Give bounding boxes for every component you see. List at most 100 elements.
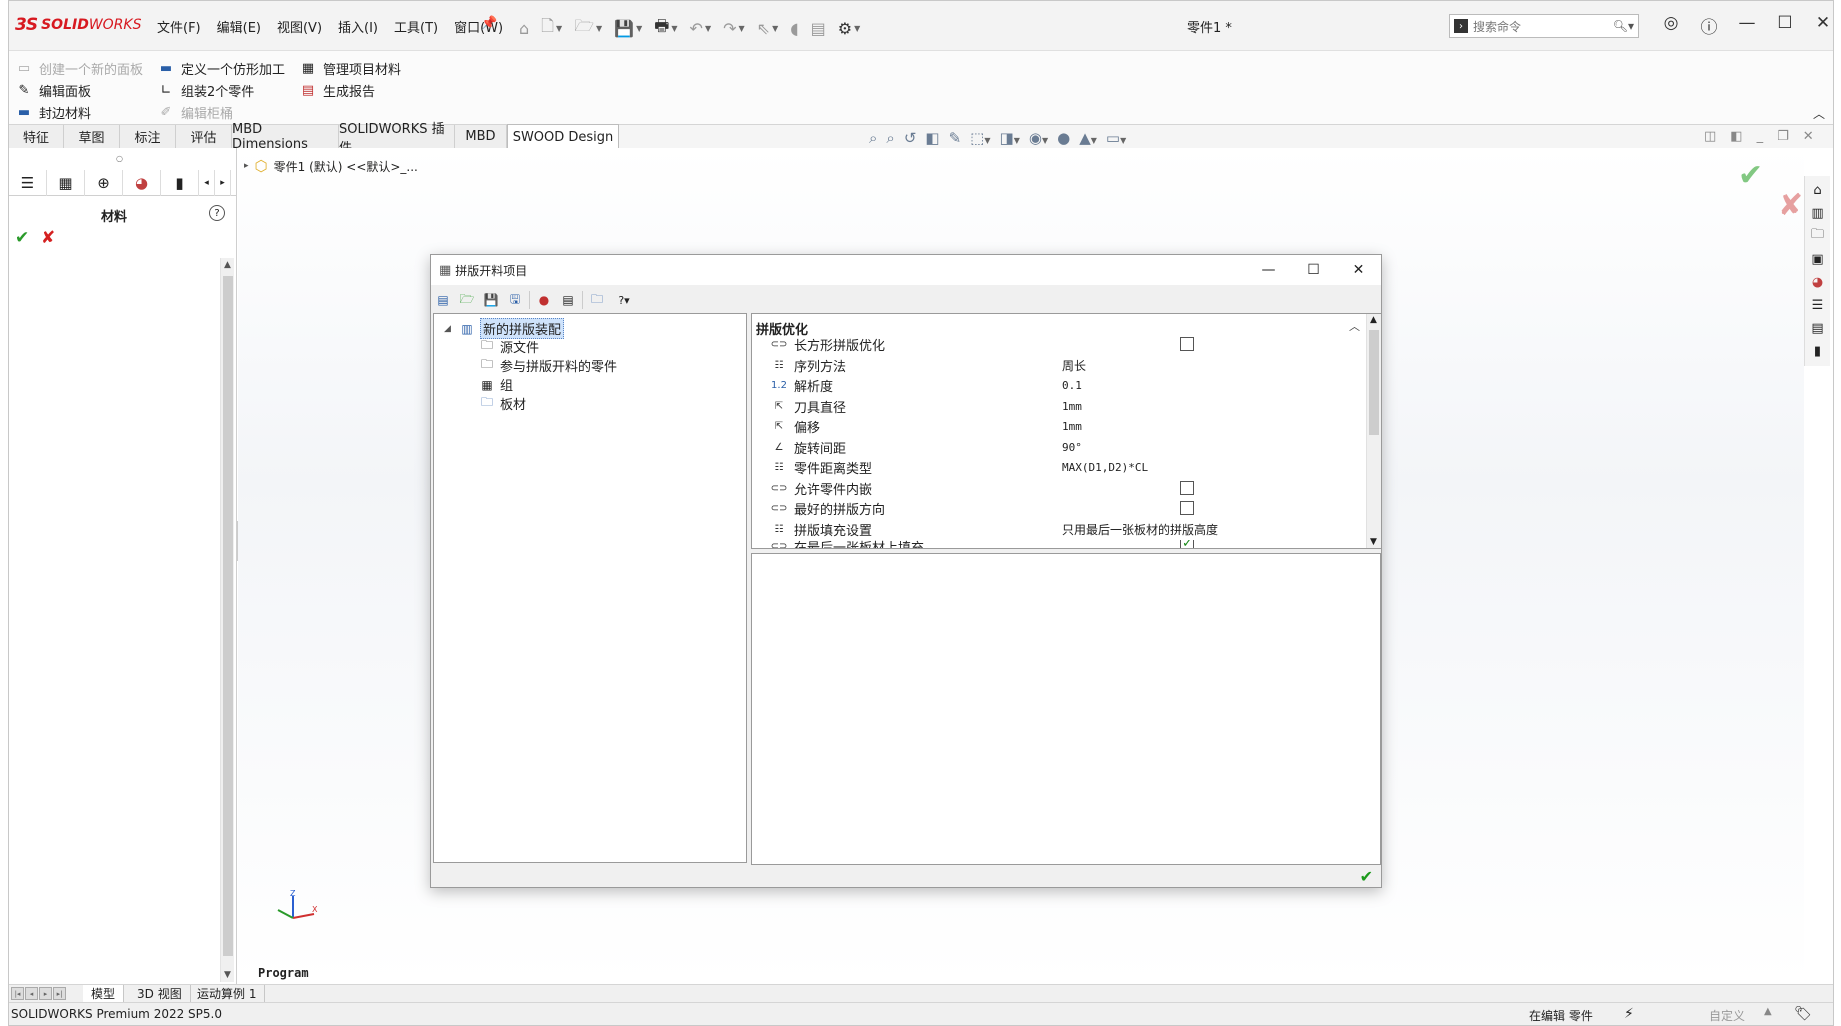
prev-tab-icon[interactable]: ◂ xyxy=(25,987,38,1000)
tab-evaluate[interactable]: 评估 xyxy=(176,125,232,148)
save-project-icon[interactable]: 💾 xyxy=(481,290,501,310)
apply-scene-icon[interactable]: ▲▼ xyxy=(1079,129,1097,147)
custom-properties-icon[interactable]: ☰ xyxy=(1808,295,1828,315)
menu-edit[interactable]: 编辑(E) xyxy=(209,17,269,36)
generate-report-button[interactable]: ▤ 生成报告 xyxy=(299,81,375,100)
dialog-close-button[interactable]: ✕ xyxy=(1336,255,1381,285)
solidworks-resources-icon[interactable]: ⌂ xyxy=(1808,180,1828,200)
home-icon[interactable]: ⌂ xyxy=(519,15,529,42)
tree-item-sheets[interactable]: 🗀 板材 xyxy=(478,394,526,413)
scroll-thumb[interactable] xyxy=(223,276,233,956)
edge-material-button[interactable]: ▬ 封边材料 xyxy=(15,103,91,122)
tree-item-source-files[interactable]: 🗀 源文件 xyxy=(478,337,539,356)
first-tab-icon[interactable]: |◂ xyxy=(11,987,24,1000)
menu-view[interactable]: 视图(V) xyxy=(269,17,330,36)
rebuild-icon[interactable]: ◖ xyxy=(790,15,798,42)
undo-icon[interactable]: ↶ ▼ xyxy=(690,15,712,42)
checkbox[interactable] xyxy=(1180,337,1194,351)
edit-appearance-icon[interactable]: ● xyxy=(1057,129,1070,147)
display-manager-icon[interactable]: ◕ xyxy=(123,170,161,196)
panel-scrollbar[interactable]: ▲ ▼ xyxy=(220,258,234,982)
tab-model[interactable]: 模型 xyxy=(83,985,125,1002)
zoom-area-icon[interactable]: ⌕ xyxy=(886,129,894,147)
tab-mbd[interactable]: MBD xyxy=(455,125,507,148)
rebuild-status-icon[interactable]: ⚡ xyxy=(1624,1006,1634,1022)
run-traffic-light-icon[interactable]: ● xyxy=(534,290,554,310)
new-project-icon[interactable]: ▤ xyxy=(433,290,453,310)
tree-item-new-nesting-assembly[interactable]: ▥ 新的拼版装配 xyxy=(458,318,565,339)
view-orientation-icon[interactable]: ⬚▼ xyxy=(970,129,990,147)
display-style-icon[interactable]: ◨▼ xyxy=(1000,129,1020,147)
dynamic-annotation-icon[interactable]: ✎ xyxy=(949,129,962,147)
swood-library-icon[interactable]: ▤ xyxy=(1808,318,1828,338)
help-icon[interactable]: ⓘ xyxy=(1697,13,1721,38)
view-palette-icon[interactable]: ▣ xyxy=(1808,249,1828,269)
checkbox[interactable] xyxy=(1180,481,1194,495)
collapse-arrow-icon[interactable]: ◢ xyxy=(444,324,451,334)
close-button[interactable]: ✕ xyxy=(1811,13,1833,38)
dialog-minimize-button[interactable]: — xyxy=(1246,255,1291,285)
scroll-thumb[interactable] xyxy=(1369,330,1379,435)
restore-pane-icon[interactable]: ◫ xyxy=(1704,129,1716,144)
maximize-button[interactable]: ☐ xyxy=(1773,13,1797,38)
save-icon[interactable]: 💾 ▼ xyxy=(614,15,642,42)
edit-panel-button[interactable]: ✎ 编辑面板 xyxy=(15,81,91,100)
zoom-to-fit-icon[interactable]: ⌕ xyxy=(869,129,877,147)
property-value[interactable]: 只用最后一张板材的拼版高度 xyxy=(1062,521,1218,538)
swood-tools-icon[interactable]: ▮ xyxy=(1808,341,1828,361)
cancel-x-icon[interactable]: ✘ xyxy=(41,228,55,248)
property-value[interactable]: 1mm xyxy=(1062,420,1082,433)
property-value[interactable]: 周长 xyxy=(1062,357,1086,374)
appearances-icon[interactable]: ◕ xyxy=(1808,272,1828,292)
units-menu-icon[interactable]: ▲ xyxy=(1764,1006,1772,1017)
scroll-down-icon[interactable]: ▼ xyxy=(224,970,231,980)
file-explorer-icon[interactable]: 🗀 xyxy=(1808,226,1828,246)
property-value[interactable]: 90° xyxy=(1062,441,1082,454)
tab-scroll-left-icon[interactable]: ◂ xyxy=(199,170,215,196)
pane-tile-icon[interactable]: ❐ xyxy=(1777,129,1789,144)
select-icon[interactable]: ⇖ ▼ xyxy=(757,15,779,42)
tags-icon[interactable]: 🏷 xyxy=(1794,1006,1812,1022)
split-pane-icon[interactable]: ◧ xyxy=(1730,129,1742,144)
menu-tools[interactable]: 工具(T) xyxy=(386,17,446,36)
feature-manager-icon[interactable]: ☰ xyxy=(9,170,47,196)
tree-item-nesting-parts[interactable]: 🗀 参与拼版开料的零件 xyxy=(478,356,617,375)
folder-icon[interactable]: 🗀 xyxy=(587,290,607,310)
checkbox[interactable] xyxy=(1180,501,1194,515)
scroll-down-icon[interactable]: ▼ xyxy=(1370,537,1377,547)
tab-features[interactable]: 特征 xyxy=(9,125,64,148)
tab-swood-design[interactable]: SWOOD Design xyxy=(507,124,619,149)
manage-materials-button[interactable]: ▦ 管理项目材料 xyxy=(299,59,401,78)
scroll-up-icon[interactable]: ▲ xyxy=(1370,315,1377,325)
search-input[interactable]: 搜索命令 xyxy=(1473,18,1613,35)
help-menu-button[interactable]: ? ▾ xyxy=(611,290,637,310)
property-manager-icon[interactable]: ▦ xyxy=(47,170,85,196)
save-as-project-icon[interactable]: 🖫 xyxy=(505,290,525,310)
property-scrollbar[interactable]: ▲ ▼ xyxy=(1366,314,1381,548)
create-panel-button[interactable]: ▭ 创建一个新的面板 xyxy=(15,59,143,78)
pane-close-icon[interactable]: ✕ xyxy=(1803,129,1814,144)
section-view-icon[interactable]: ◧ xyxy=(925,129,939,147)
ok-check-icon[interactable]: ✔ xyxy=(15,228,29,248)
property-value[interactable]: 0.1 xyxy=(1062,379,1082,392)
menu-window[interactable]: 窗口(W) xyxy=(446,17,511,36)
collapse-group-icon[interactable]: ︿ xyxy=(1349,318,1360,334)
dialog-ok-check-icon[interactable]: ✔ xyxy=(1360,867,1373,886)
last-tab-icon[interactable]: ▸| xyxy=(53,987,66,1000)
solidworks-logo[interactable]: 3S SOLID WORKS xyxy=(15,13,142,37)
feature-tree-flyout[interactable]: ▸ ⬡ 零件1 (默认) <<默认>_... xyxy=(244,157,418,175)
define-profile-button[interactable]: ▬ 定义一个仿形加工 xyxy=(157,59,285,78)
tree-item-groups[interactable]: ▦ 组 xyxy=(478,375,513,395)
minimize-button[interactable]: — xyxy=(1735,13,1759,38)
dialog-maximize-button[interactable]: ☐ xyxy=(1291,255,1336,285)
new-file-icon[interactable]: 🗋 ▼ xyxy=(541,15,562,42)
tab-solidworks-addins[interactable]: SOLIDWORKS 插件 xyxy=(339,122,455,156)
edit-cabinet-button[interactable]: ✐ 编辑柜桶 xyxy=(157,103,233,122)
units-custom[interactable]: 自定义 xyxy=(1709,1007,1745,1024)
file-properties-icon[interactable]: ▤ xyxy=(811,15,826,42)
assemble-parts-button[interactable]: ∟ 组装2个零件 xyxy=(157,81,255,100)
search-commands[interactable]: › 搜索命令 🔍︎▾ xyxy=(1449,14,1639,38)
confirm-ok-icon[interactable]: ✔ xyxy=(1738,158,1763,193)
open-project-icon[interactable]: 🗁 xyxy=(457,290,477,310)
report-edit-icon[interactable]: ▤ xyxy=(558,290,578,310)
